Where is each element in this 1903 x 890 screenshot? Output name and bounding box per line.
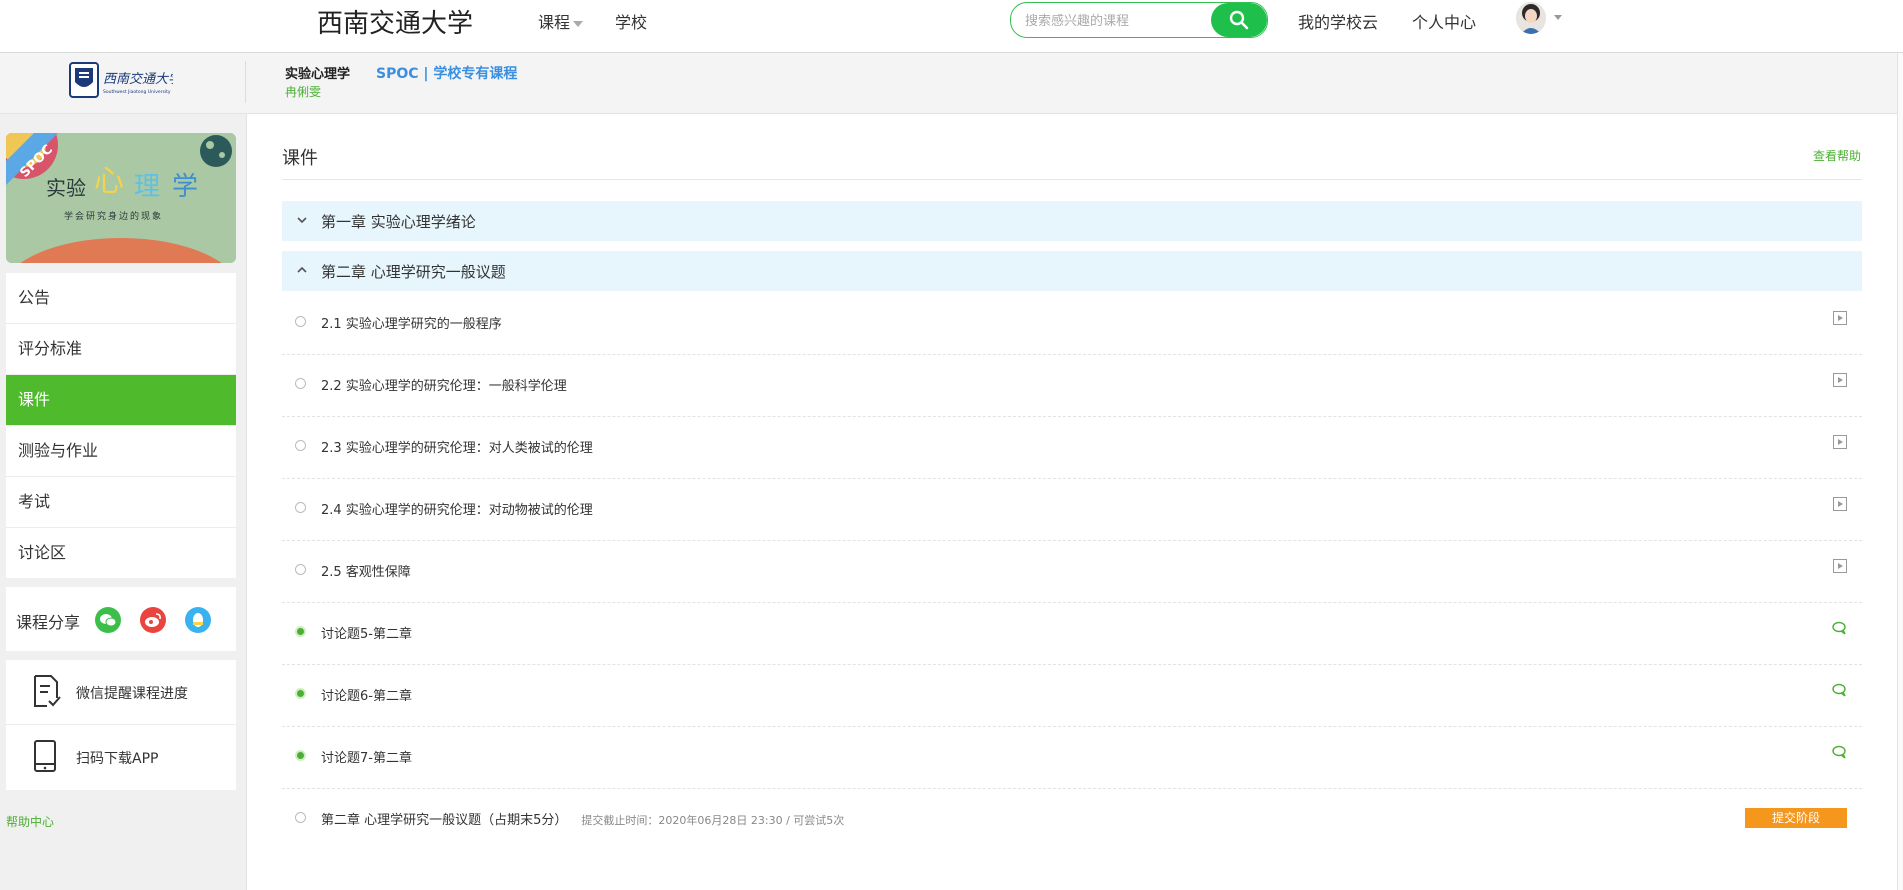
course-teacher-link[interactable]: 冉俐雯: [285, 83, 321, 100]
progress-dot: [295, 316, 306, 327]
title-divider: [282, 179, 1862, 180]
share-label: 课程分享: [16, 613, 81, 632]
search-button[interactable]: [1211, 3, 1267, 37]
sidebar-item-courseware[interactable]: 课件: [6, 375, 236, 426]
cover-title-1: 实验: [46, 176, 86, 200]
lesson-title: 2.4 实验心理学的研究伦理：对动物被试的伦理: [321, 503, 593, 518]
nav-school[interactable]: 学校: [615, 9, 647, 33]
lesson-title: 2.5 客观性保障: [321, 565, 411, 580]
sidebar-item-exam[interactable]: 考试: [6, 477, 236, 528]
lesson-item[interactable]: 2.2 实验心理学的研究伦理：一般科学伦理: [282, 354, 1862, 417]
video-icon: [1833, 373, 1847, 387]
avatar[interactable]: [1516, 2, 1546, 34]
course-share-box: 课程分享: [6, 587, 236, 651]
personal-center-link[interactable]: 个人中心: [1412, 9, 1476, 33]
cover-title-2: 心: [94, 164, 124, 199]
search-box: [1010, 2, 1268, 38]
my-school-cloud-link[interactable]: 我的学校云: [1298, 9, 1378, 33]
lesson-item[interactable]: 讨论题6-第二章: [282, 664, 1862, 727]
courseware-panel: 课件 查看帮助 第一章 实验心理学绪论 第二章 心理学研究一般议题 2.1 实验…: [246, 114, 1899, 890]
progress-dot-done: [295, 750, 306, 761]
logo-text: 西南交通大学: [103, 71, 173, 87]
search-input[interactable]: [1023, 3, 1217, 37]
chapter-title: 第一章 实验心理学绪论: [321, 213, 476, 231]
cover-subtitle: 学会研究身边的现象: [64, 210, 163, 222]
university-logo[interactable]: 西南交通大学 Southwest Jiaotong University: [69, 62, 183, 100]
sidebar-tools: 微信提醒课程进度 扫码下载APP: [6, 660, 236, 790]
progress-dot: [295, 564, 306, 575]
logo-subtext: Southwest Jiaotong University: [103, 89, 171, 95]
lesson-title: 讨论题7-第二章: [321, 751, 412, 766]
lesson-title: 2.2 实验心理学的研究伦理：一般科学伦理: [321, 379, 567, 394]
avatar-dropdown-icon[interactable]: [1554, 15, 1562, 20]
progress-dot: [295, 502, 306, 513]
chapter-2-header[interactable]: 第二章 心理学研究一般议题: [282, 251, 1862, 291]
help-center-link[interactable]: 帮助中心: [6, 813, 54, 830]
progress-dot: [295, 378, 306, 389]
progress-dot: [295, 812, 306, 823]
progress-dot: [295, 440, 306, 451]
chevron-up-icon: [297, 266, 307, 273]
lesson-item[interactable]: 讨论题5-第二章: [282, 602, 1862, 665]
download-app-button[interactable]: 扫码下载APP: [6, 725, 236, 789]
lesson-title: 讨论题5-第二章: [321, 627, 412, 642]
progress-dot-done: [295, 688, 306, 699]
lesson-item[interactable]: 2.4 实验心理学的研究伦理：对动物被试的伦理: [282, 478, 1862, 541]
quiz-item[interactable]: 第二章 心理学研究一般议题（占期末5分） 提交截止时间：2020年06月28日 2…: [282, 788, 1862, 850]
quiz-deadline: 提交截止时间：2020年06月28日 23:30 / 可尝试5次: [581, 814, 845, 827]
quiz-title: 第二章 心理学研究一般议题（占期末5分） 提交截止时间：2020年06月28日 2…: [321, 809, 844, 828]
discussion-icon: [1832, 683, 1846, 697]
lesson-item[interactable]: 2.1 实验心理学研究的一般程序: [282, 292, 1862, 355]
course-header: 西南交通大学 Southwest Jiaotong University 实验心…: [0, 53, 1898, 114]
weibo-icon[interactable]: [140, 607, 166, 633]
progress-dot-done: [295, 626, 306, 637]
chevron-down-icon: [297, 217, 307, 224]
lesson-title: 2.1 实验心理学研究的一般程序: [321, 317, 502, 332]
page-scrollbar[interactable]: [1897, 53, 1903, 890]
university-title[interactable]: 西南交通大学: [317, 3, 473, 40]
header-divider: [245, 61, 246, 103]
wechat-icon[interactable]: [95, 607, 121, 633]
lesson-item[interactable]: 2.3 实验心理学的研究伦理：对人类被试的伦理: [282, 416, 1862, 479]
page-title: 课件: [282, 148, 318, 169]
sidebar-item-grading[interactable]: 评分标准: [6, 324, 236, 375]
sidebar-menu: 公告 评分标准 课件 测验与作业 考试 讨论区: [6, 273, 236, 578]
quiz-label: 第二章 心理学研究一般议题（占期末5分）: [321, 813, 568, 828]
nav-courses[interactable]: 课程: [538, 9, 584, 33]
sidebar-item-quiz-homework[interactable]: 测验与作业: [6, 426, 236, 477]
video-icon: [1833, 435, 1847, 449]
sidebar-item-discussion[interactable]: 讨论区: [6, 528, 236, 578]
course-type-label: SPOC | 学校专有课程: [376, 66, 518, 82]
discussion-icon: [1832, 745, 1846, 759]
checklist-icon: [34, 675, 61, 707]
course-name: 实验心理学: [285, 67, 351, 82]
download-app-label: 扫码下载APP: [76, 751, 159, 767]
nav-courses-label: 课程: [538, 13, 571, 32]
cover-title-3: 理: [134, 172, 160, 202]
submit-stage-button[interactable]: 提交阶段: [1745, 808, 1847, 828]
wechat-remind-button[interactable]: 微信提醒课程进度: [6, 660, 236, 725]
video-icon: [1833, 497, 1847, 511]
lesson-title: 2.3 实验心理学的研究伦理：对人类被试的伦理: [321, 441, 593, 456]
chapter-title: 第二章 心理学研究一般议题: [321, 263, 506, 281]
lesson-title: 讨论题6-第二章: [321, 689, 412, 704]
cover-title-4: 学: [172, 172, 198, 202]
top-navbar: 西南交通大学 课程 学校 我的学校云 个人中心: [0, 0, 1903, 53]
course-cover-image: SPOC 实验 心 理 学 学会研究身边的现象: [6, 133, 236, 263]
user-avatar-icon: [1516, 2, 1546, 34]
mobile-phone-icon: [34, 740, 56, 772]
sidebar-item-announcement[interactable]: 公告: [6, 273, 236, 324]
lesson-item[interactable]: 2.5 客观性保障: [282, 540, 1862, 603]
discussion-icon: [1832, 621, 1846, 635]
video-icon: [1833, 311, 1847, 325]
view-help-link[interactable]: 查看帮助: [1813, 147, 1861, 164]
lesson-item[interactable]: 讨论题7-第二章: [282, 726, 1862, 789]
video-icon: [1833, 559, 1847, 573]
qq-icon[interactable]: [185, 607, 211, 633]
search-icon: [1229, 10, 1249, 30]
wechat-remind-label: 微信提醒课程进度: [76, 686, 188, 702]
chapter-1-header[interactable]: 第一章 实验心理学绪论: [282, 201, 1862, 241]
chevron-down-icon: [573, 20, 584, 27]
